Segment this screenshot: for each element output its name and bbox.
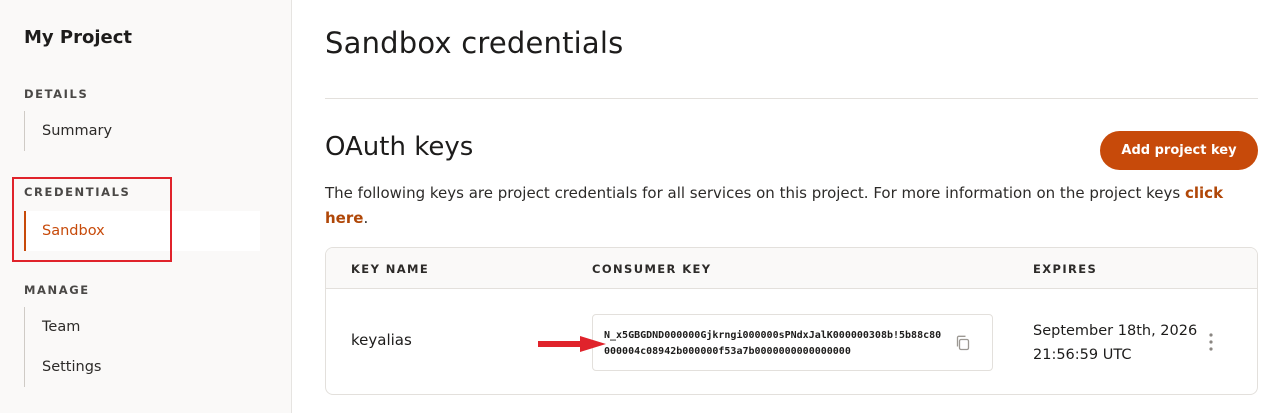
key-name-cell: keyalias	[351, 331, 412, 349]
add-project-key-button[interactable]: Add project key	[1100, 131, 1258, 170]
copy-icon[interactable]	[954, 334, 972, 352]
header-expires: EXPIRES	[1033, 262, 1098, 276]
sidebar-item-team[interactable]: Team	[25, 307, 260, 347]
section-label-manage: MANAGE	[24, 283, 90, 297]
sidebar-item-summary[interactable]: Summary	[25, 111, 260, 151]
expires-date: September 18th, 2026	[1033, 323, 1198, 339]
expires-time: 21:56:59 UTC	[1033, 347, 1132, 363]
oauth-keys-table: KEY NAME CONSUMER KEY EXPIRES keyalias N…	[325, 247, 1258, 395]
kebab-menu-icon[interactable]	[1203, 330, 1219, 354]
description: The following keys are project credentia…	[325, 181, 1260, 231]
project-title: My Project	[24, 27, 132, 48]
section-label-details: DETAILS	[24, 87, 89, 101]
expires-cell: September 18th, 2026 21:56:59 UTC	[1033, 319, 1197, 367]
sidebar: My Project DETAILS Summary CREDENTIALS S…	[0, 0, 292, 413]
nav-group-details: Summary	[24, 111, 260, 151]
sidebar-item-sandbox[interactable]: Sandbox	[24, 211, 260, 251]
nav-group-manage: Team Settings	[24, 307, 260, 387]
nav-group-credentials: Sandbox	[24, 211, 260, 251]
description-text: The following keys are project credentia…	[325, 184, 1185, 202]
header-key-name: KEY NAME	[351, 262, 430, 276]
header-consumer-key: CONSUMER KEY	[592, 262, 712, 276]
divider	[325, 98, 1258, 99]
table-header: KEY NAME CONSUMER KEY EXPIRES	[326, 248, 1257, 289]
sidebar-item-settings[interactable]: Settings	[25, 347, 260, 387]
page-title: Sandbox credentials	[325, 26, 624, 60]
description-end: .	[363, 209, 369, 227]
section-title: OAuth keys	[325, 132, 474, 162]
section-label-credentials: CREDENTIALS	[24, 185, 131, 199]
consumer-key-value[interactable]: N_x5GBGDND000000Gjkrngi000000sPNdxJalK00…	[604, 328, 944, 360]
consumer-key-field[interactable]: N_x5GBGDND000000Gjkrngi000000sPNdxJalK00…	[592, 314, 993, 371]
